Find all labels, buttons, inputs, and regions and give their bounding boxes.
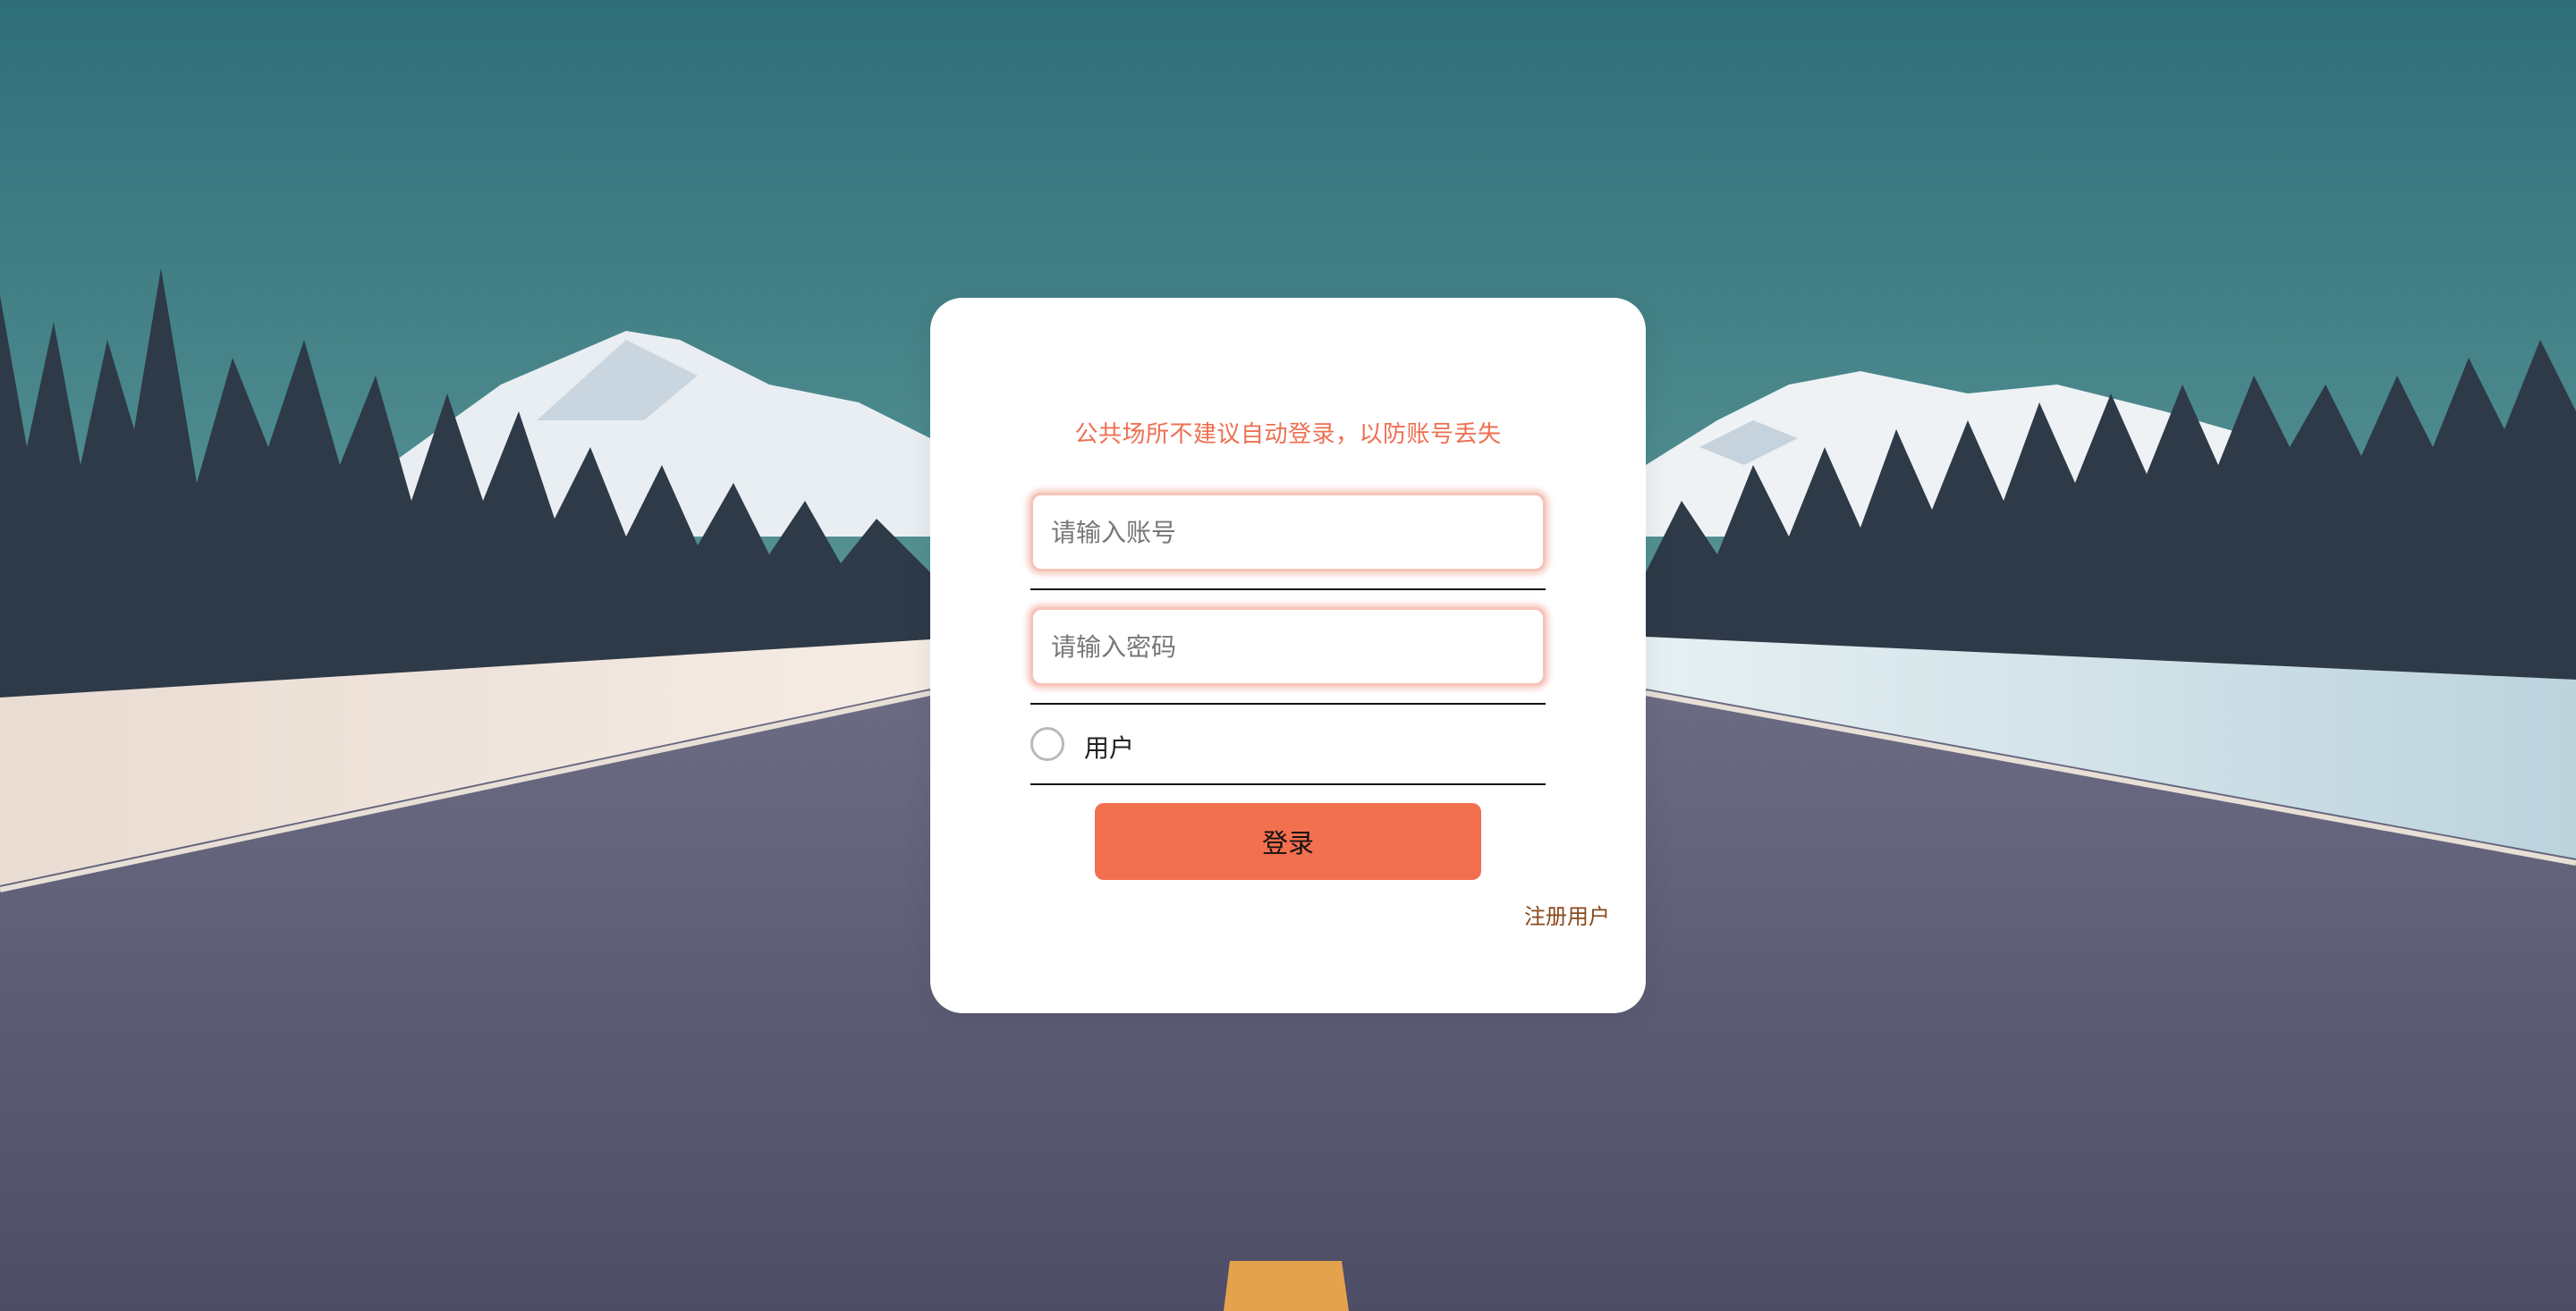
password-divider — [1030, 703, 1546, 705]
account-field-group — [1030, 493, 1546, 590]
login-page: 公共场所不建议自动登录，以防账号丢失 用户 登录 注册用户 — [0, 0, 2576, 1311]
role-divider — [1030, 783, 1546, 785]
login-button[interactable]: 登录 — [1095, 803, 1481, 880]
account-input[interactable] — [1030, 493, 1546, 571]
role-selector: 用户 — [1030, 723, 1546, 766]
security-notice: 公共场所不建议自动登录，以防账号丢失 — [1074, 421, 1502, 448]
password-field-group — [1030, 607, 1546, 705]
register-link[interactable]: 注册用户 — [1524, 899, 1610, 930]
login-card: 公共场所不建议自动登录，以防账号丢失 用户 登录 注册用户 — [930, 298, 1646, 1013]
account-divider — [1030, 588, 1546, 590]
password-input[interactable] — [1030, 607, 1546, 686]
user-role-radio[interactable] — [1030, 727, 1064, 761]
user-role-label: 用户 — [1084, 733, 1135, 763]
